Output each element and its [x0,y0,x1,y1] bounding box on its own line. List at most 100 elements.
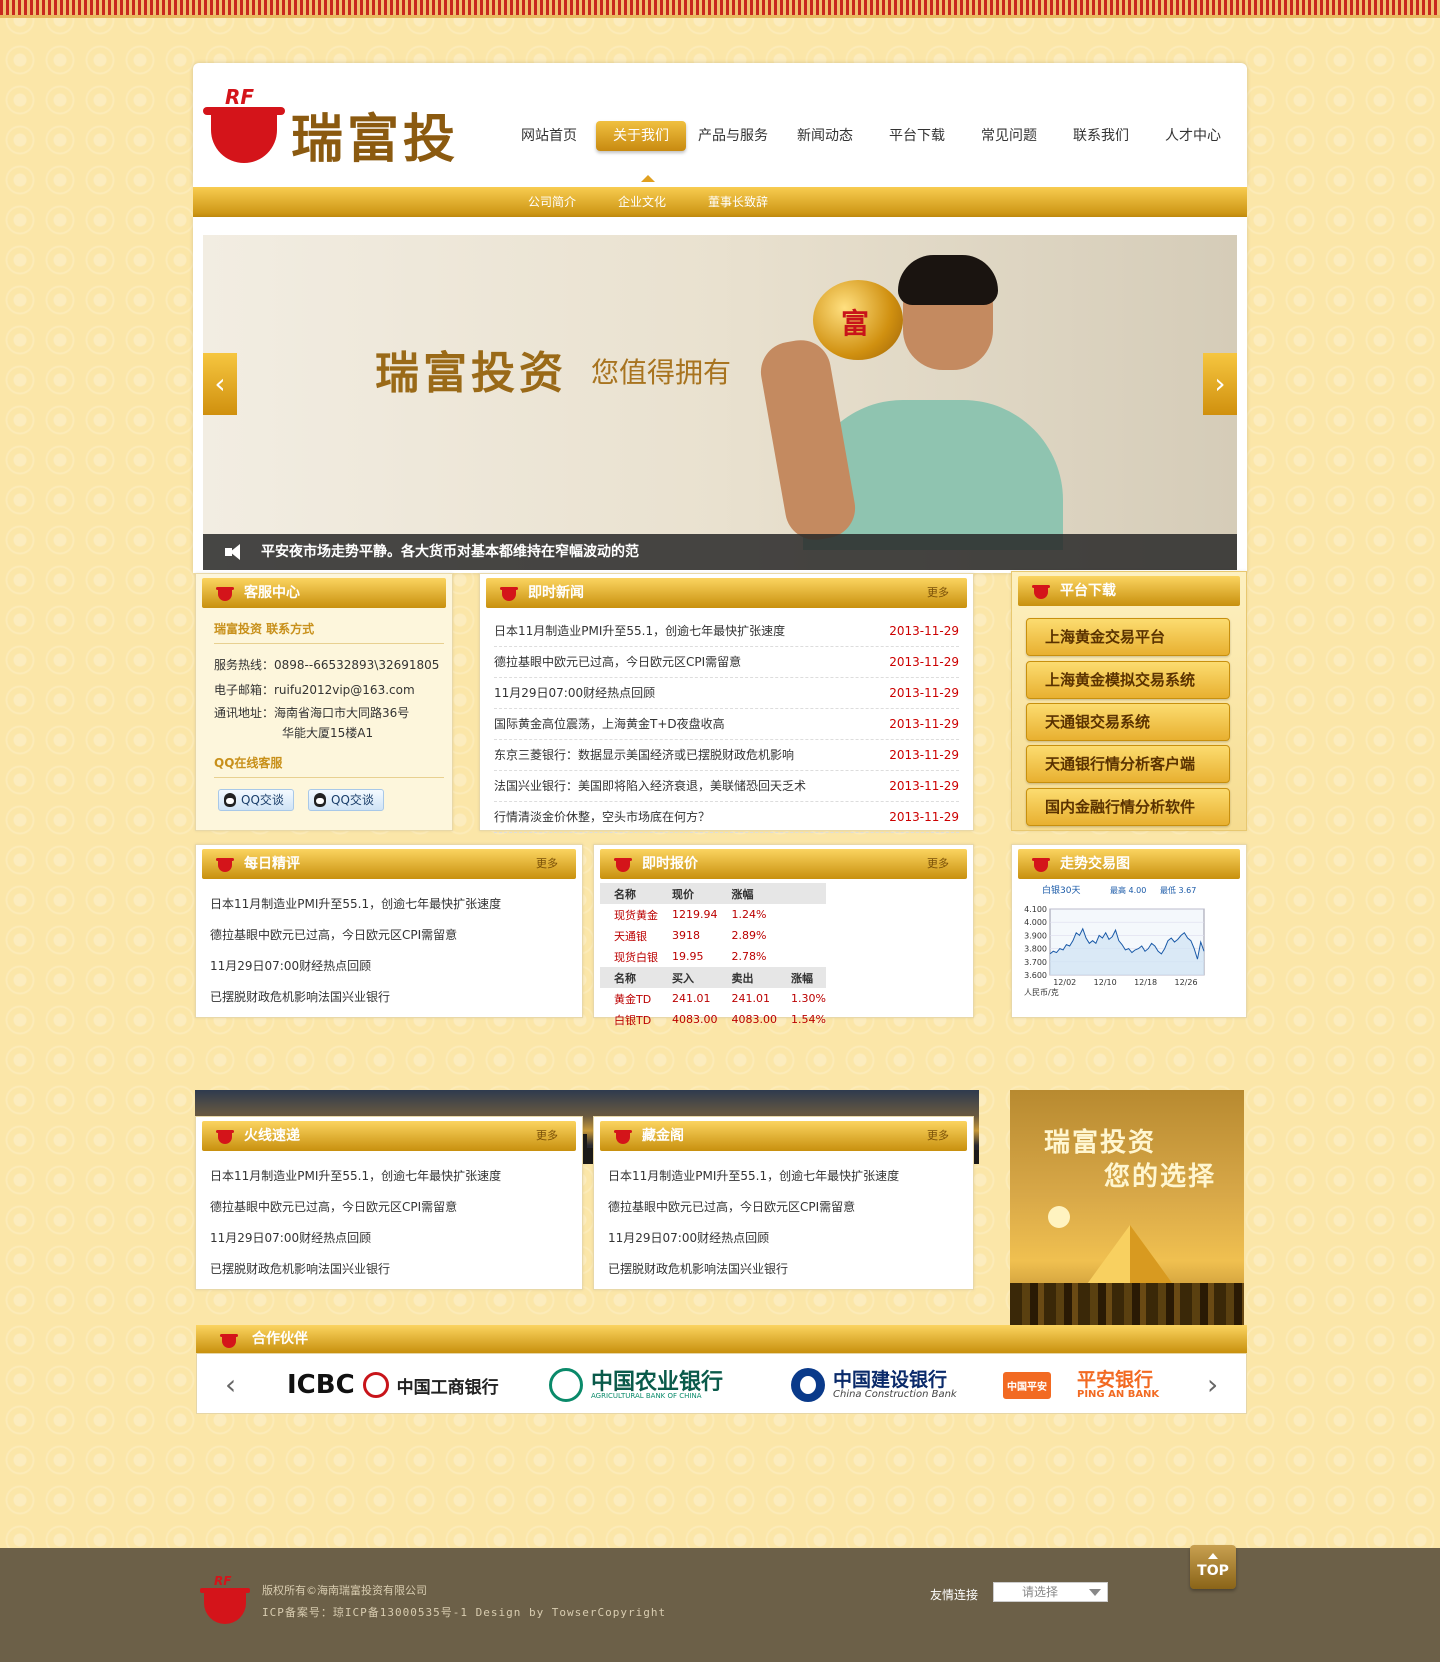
gold-list: 日本11月制造业PMI升至55.1，创逾七年最快扩张速度 德拉基眼中欧元已过高，… [608,1161,959,1285]
ticker-text[interactable]: 平安夜市场走势平静。各大货币对基本都维持在窄幅波动的范 [261,544,639,560]
daily-more-link[interactable]: 更多 [536,849,558,879]
rf-icon [216,585,234,601]
news-item-date: 2013-11-29 [889,655,959,669]
friend-links-select[interactable]: 请选择 [993,1582,1108,1602]
side-ad-image[interactable]: 瑞富投资 您的选择 [1010,1090,1244,1353]
quotes-more-link[interactable]: 更多 [927,849,949,879]
banner-ticker: 平安夜市场走势平静。各大货币对基本都维持在窄幅波动的范 [203,534,1237,570]
trend-header: 走势交易图 [1018,849,1240,879]
news-item[interactable]: 德拉基眼中欧元已过高，今日欧元区CPI需留意 2013-11-29 [494,647,959,678]
news-item[interactable]: 行情清淡金价休整，空头市场底在何方？ 2013-11-29 [494,802,959,833]
download-sh-gold-demo[interactable]: 上海黄金模拟交易系统 [1026,661,1230,699]
banner-next-button[interactable]: › [1203,353,1237,415]
banner-headline: 瑞富投资 [375,348,567,399]
nav-news[interactable]: 新闻动态 [779,121,871,151]
news-item-date: 2013-11-29 [889,748,959,762]
banner-prev-button[interactable]: ‹ [203,353,237,415]
nav-products[interactable]: 产品与服务 [687,121,779,151]
partners-section: 合作伙伴 ‹ ICBC 中国工商银行 中国农业银行 AGRICULTURAL B… [196,1325,1247,1414]
partner-icbc-logo[interactable]: ICBC 中国工商银行 [287,1368,499,1402]
list-item[interactable]: 已摆脱财政危机影响法国兴业银行 [210,982,568,1013]
news-item-date: 2013-11-29 [889,686,959,700]
list-item[interactable]: 11月29日07:00财经热点回顾 [210,1223,568,1254]
partner-ccb-logo[interactable]: 中国建设银行 China Construction Bank [791,1368,957,1402]
nav-careers[interactable]: 人才中心 [1147,121,1239,151]
rf-icon [1032,856,1050,872]
service-contact-heading: 瑞富投资 联系方式 [214,620,444,644]
news-item[interactable]: 国际黄金高位震荡，上海黄金T+D夜盘收高 2013-11-29 [494,709,959,740]
nav-about[interactable]: 关于我们 [596,121,686,151]
download-sh-gold-platform[interactable]: 上海黄金交易平台 [1026,618,1230,656]
fire-list: 日本11月制造业PMI升至55.1，创逾七年最快扩张速度 德拉基眼中欧元已过高，… [210,1161,568,1285]
news-item[interactable]: 11月29日07:00财经热点回顾 2013-11-29 [494,678,959,709]
subnav-culture[interactable]: 企业文化 [618,187,666,217]
news-header: 即时新闻 更多 [486,578,967,608]
nav-caret-icon [641,175,655,182]
news-item-title[interactable]: 行情清淡金价休整，空头市场底在何方？ [494,810,710,824]
qq-chat-button-1[interactable]: QQ交谈 [218,789,294,811]
service-hotline: 服务热线：0898--66532893\32691805 [214,658,440,672]
subnav-profile[interactable]: 公司简介 [528,187,576,217]
news-item-date: 2013-11-29 [889,779,959,793]
partner-pingan-logo[interactable]: 中国平安 平安银行 PING AN BANK [1003,1368,1159,1402]
news-item-title[interactable]: 东京三菱银行：数据显示美国经济或已摆脱财政危机影响 [494,748,794,762]
gold-more-link[interactable]: 更多 [927,1121,949,1151]
back-to-top-button[interactable]: TOP [1190,1545,1236,1589]
rf-icon [500,585,518,601]
nav-contact[interactable]: 联系我们 [1055,121,1147,151]
list-item[interactable]: 日本11月制造业PMI升至55.1，创逾七年最快扩张速度 [210,889,568,920]
footer-logo: RF [200,1574,250,1626]
news-item-title[interactable]: 法国兴业银行：美国即将陷入经济衰退，美联储恐回天乏术 [494,779,806,793]
side-ad-line2: 您的选择 [1104,1162,1217,1192]
news-item-title[interactable]: 国际黄金高位震荡，上海黄金T+D夜盘收高 [494,717,725,731]
list-item[interactable]: 日本11月制造业PMI升至55.1，创逾七年最快扩张速度 [210,1161,568,1192]
news-item[interactable]: 法国兴业银行：美国即将陷入经济衰退，美联储恐回天乏术 2013-11-29 [494,771,959,802]
nav-home[interactable]: 网站首页 [503,121,595,151]
list-item[interactable]: 德拉基眼中欧元已过高，今日欧元区CPI需留意 [210,920,568,951]
rf-icon [614,856,632,872]
service-address: 通讯地址：海南省海口市大同路36号 [214,706,410,720]
rf-icon [220,1332,238,1348]
news-item-title[interactable]: 德拉基眼中欧元已过高，今日欧元区CPI需留意 [494,655,741,669]
partners-next-button[interactable]: › [1207,1368,1218,1401]
fire-more-link[interactable]: 更多 [536,1121,558,1151]
quotes-panel: 即时报价 更多 名称 现价 涨幅 现货黄金 1219.94 1.24% 天通银 3918 2.… [593,844,974,1027]
news-item[interactable]: 东京三菱银行：数据显示美国经济或已摆脱财政危机影响 2013-11-29 [494,740,959,771]
partners-header: 合作伙伴 [196,1325,1247,1353]
list-item[interactable]: 德拉基眼中欧元已过高，今日欧元区CPI需留意 [210,1192,568,1223]
news-item-title[interactable]: 日本11月制造业PMI升至55.1，创逾七年最快扩张速度 [494,624,785,638]
service-header: 客服中心 [202,578,446,608]
subnav-chairman[interactable]: 董事长致辞 [708,187,768,217]
download-tty-client[interactable]: 天通银行情分析客户端 [1026,745,1230,783]
qq-chat-button-2[interactable]: QQ交谈 [308,789,384,811]
partner-abc-logo[interactable]: 中国农业银行 AGRICULTURAL BANK OF CHINA [549,1368,723,1402]
download-analysis-software[interactable]: 国内金融行情分析软件 [1026,788,1230,826]
footer-copyright: 版权所有©海南瑞富投资有限公司 [262,1584,427,1597]
chart-high-label: 最高 4.00 [1110,885,1146,895]
gold-panel: 藏金阁 更多 日本11月制造业PMI升至55.1，创逾七年最快扩张速度 德拉基眼中… [593,1116,974,1290]
list-item[interactable]: 已摆脱财政危机影响法国兴业银行 [608,1254,959,1285]
piggy-bank-icon: 富 [813,280,903,360]
platform-panel: 平台下载 上海黄金交易平台 上海黄金模拟交易系统 天通银交易系统 天通银行情分析… [1011,571,1247,831]
news-item-title[interactable]: 11月29日07:00财经热点回顾 [494,686,655,700]
news-item[interactable]: 日本11月制造业PMI升至55.1，创逾七年最快扩张速度 2013-11-29 [494,616,959,647]
sub-nav: 公司简介 企业文化 董事长致辞 [193,187,1247,217]
list-item[interactable]: 日本11月制造业PMI升至55.1，创逾七年最快扩张速度 [608,1161,959,1192]
partners-prev-button[interactable]: ‹ [225,1368,236,1401]
news-list: 日本11月制造业PMI升至55.1，创逾七年最快扩张速度 2013-11-29 德拉… [494,616,959,833]
fire-panel: 火线速递 更多 日本11月制造业PMI升至55.1，创逾七年最快扩张速度 德拉基眼… [195,1116,583,1290]
chart-ytick-label: 3.900 [1024,931,1047,940]
banner-box: 瑞富投资 您值得拥有 富 ‹ › 平安夜市场走势平静。各大货币对基本都维持在窄幅… [193,217,1247,573]
nav-download[interactable]: 平台下载 [871,121,963,151]
rf-icon [216,856,234,872]
site-logo[interactable]: RF 瑞富投资 [203,85,503,245]
download-tty-system[interactable]: 天通银交易系统 [1026,703,1230,741]
list-item[interactable]: 11月29日07:00财经热点回顾 [210,951,568,982]
list-item[interactable]: 已摆脱财政危机影响法国兴业银行 [210,1254,568,1285]
list-item[interactable]: 德拉基眼中欧元已过高，今日欧元区CPI需留意 [608,1192,959,1223]
nav-faq[interactable]: 常见问题 [963,121,1055,151]
news-more-link[interactable]: 更多 [927,578,949,608]
daily-list: 日本11月制造业PMI升至55.1，创逾七年最快扩张速度 德拉基眼中欧元已过高，… [210,889,568,1013]
top-decorative-border [0,0,1440,18]
list-item[interactable]: 11月29日07:00财经热点回顾 [608,1223,959,1254]
